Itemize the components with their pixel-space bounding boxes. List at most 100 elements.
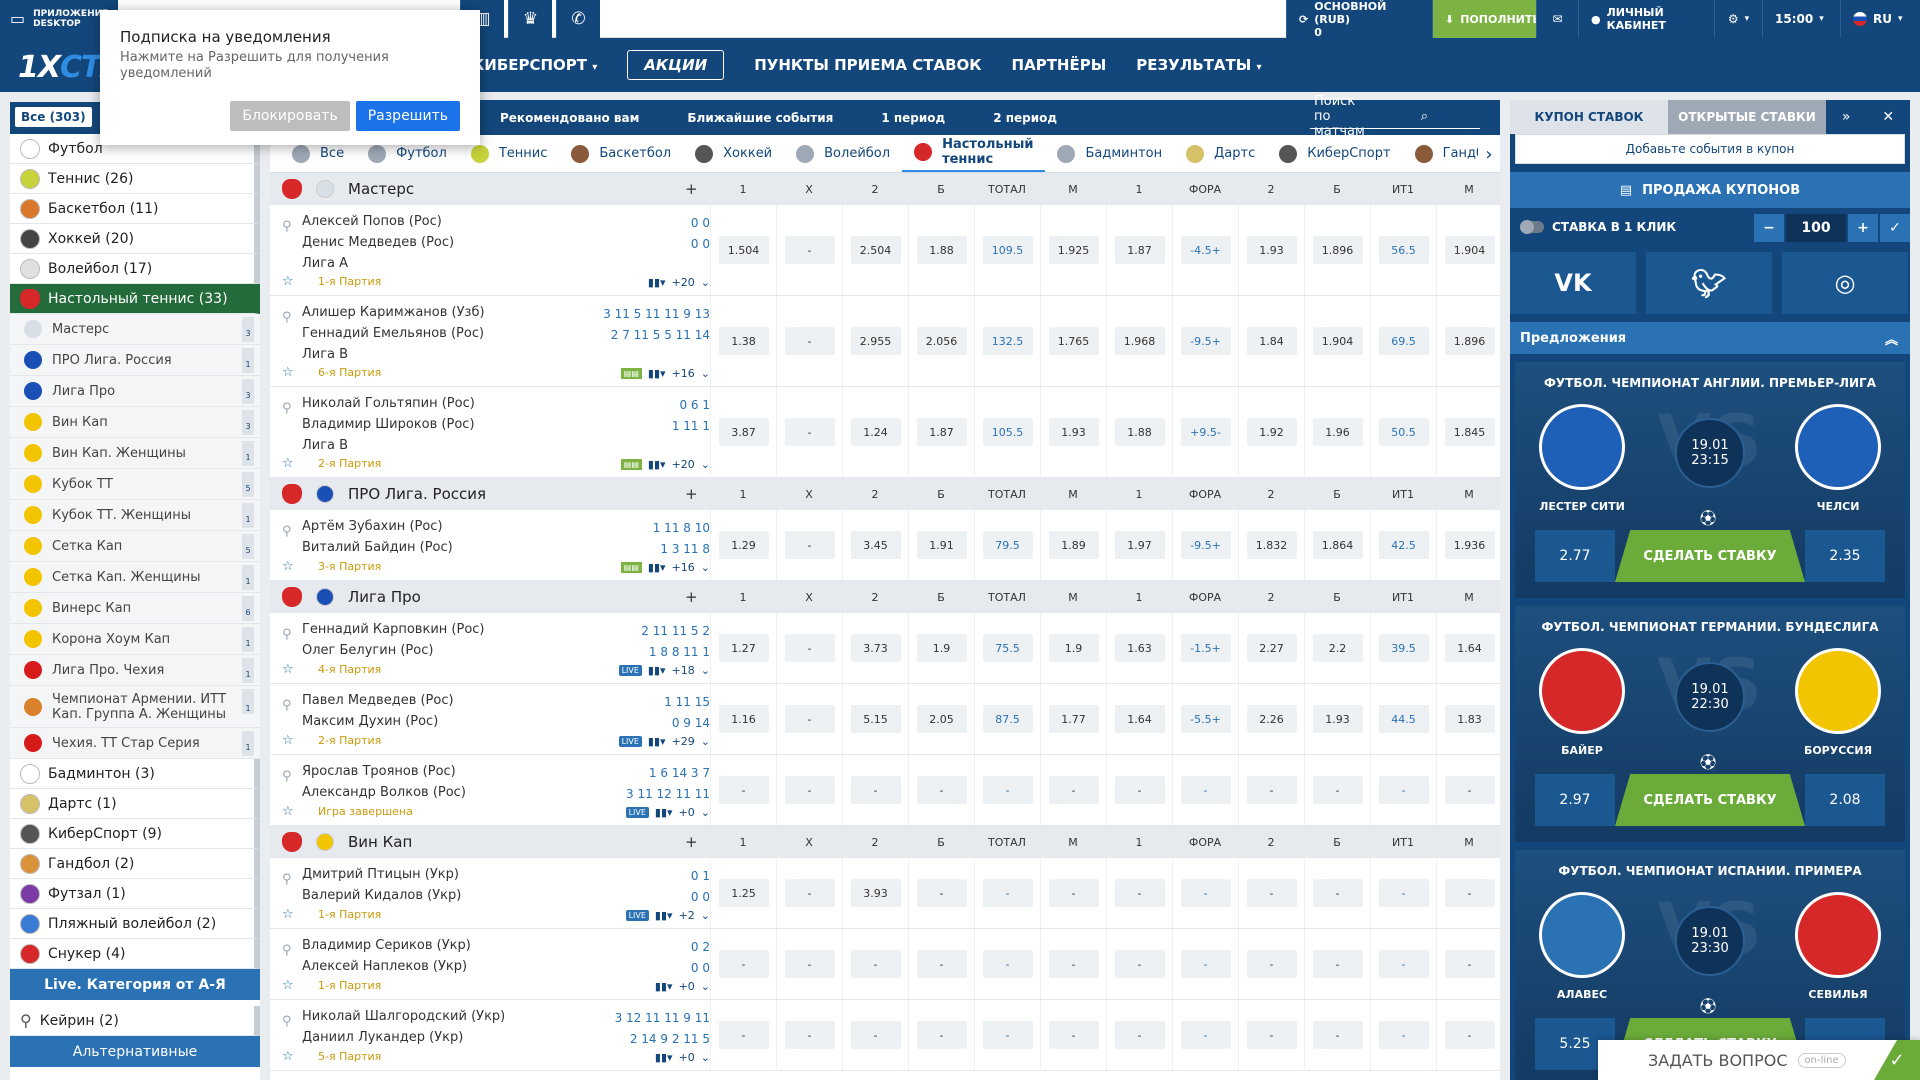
odds-button[interactable]: 1.864 <box>1312 531 1363 559</box>
sidebar-item-keirin[interactable]: ⚲ Кейрин (2) <box>10 1006 260 1036</box>
odds-button[interactable]: - <box>1180 1021 1231 1049</box>
tab-sport[interactable]: Настольный теннис <box>902 135 1046 172</box>
favorite-star-icon[interactable]: ☆ <box>282 733 294 748</box>
chevron-down-icon[interactable]: ⌄ <box>701 735 710 748</box>
odds-button[interactable]: - <box>784 634 835 662</box>
ask-question-widget[interactable]: ЗАДАТЬ ВОПРОС on-line ✓ <box>1598 1040 1920 1080</box>
odds-button[interactable]: +9.5- <box>1180 418 1231 446</box>
odds-button[interactable]: - <box>1048 776 1099 804</box>
match-row[interactable]: ⚲ Геннадий Карповкин (Рос) Олег Белугин (Р… <box>270 613 1500 684</box>
pin-icon[interactable]: ✕ <box>1882 109 1894 125</box>
block-button[interactable]: Блокировать <box>230 101 350 131</box>
coupon-sale-button[interactable]: ▤ ПРОДАЖА КУПОНОВ <box>1510 172 1910 208</box>
champ-item[interactable]: Чемпионат Армении. ИТТ Кап. Группа А. Жен… <box>10 686 260 728</box>
champ-item[interactable]: Сетка Кап 5 <box>10 531 260 562</box>
odds-button[interactable]: - <box>1114 776 1165 804</box>
odds-button[interactable]: - <box>1114 1021 1165 1049</box>
pin-icon[interactable]: ⚲ <box>282 872 292 887</box>
more-markets-link[interactable]: +0 <box>679 1051 695 1064</box>
pin-icon[interactable]: ⚲ <box>282 627 292 642</box>
make-bet-button[interactable]: СДЕЛАТЬ СТАВКУ <box>1615 774 1805 826</box>
odds-button[interactable]: 50.5 <box>1378 418 1429 446</box>
balance-widget[interactable]: ⟳ ОСНОВНОЙ (RUB) 0 <box>1286 0 1432 39</box>
stats-chart-icon[interactable]: ▮▮▾ <box>655 806 673 819</box>
expand-league-button[interactable]: + <box>685 485 698 503</box>
champ-item[interactable]: Корона Хоум Кап 1 <box>10 624 260 655</box>
odds-button[interactable]: 2.26 <box>1246 705 1297 733</box>
make-bet-button[interactable]: СДЕЛАТЬ СТАВКУ <box>1615 530 1805 582</box>
odds-button[interactable]: - <box>1246 1021 1297 1049</box>
live-category-az[interactable]: Live. Категория от А-Я <box>10 969 260 1000</box>
vk-icon[interactable]: VK <box>1510 252 1636 314</box>
odds-button[interactable]: 2.27 <box>1246 634 1297 662</box>
odds-button[interactable]: - <box>784 236 835 264</box>
match-row[interactable]: ⚲ Николай Гольтяпин (Рос) Владимир Широков… <box>270 387 1500 478</box>
odds-button[interactable]: 87.5 <box>982 705 1033 733</box>
odds-button[interactable]: 3.45 <box>850 531 901 559</box>
odds-button[interactable]: 42.5 <box>1378 531 1429 559</box>
odd-home-button[interactable]: 2.77 <box>1535 530 1615 582</box>
odds-button[interactable]: - <box>784 950 835 978</box>
nav-results[interactable]: РЕЗУЛЬТАТЫ ▾ <box>1136 56 1261 74</box>
odds-button[interactable]: - <box>718 950 769 978</box>
sidebar-item-sport[interactable]: Теннис (26) <box>10 164 260 194</box>
favorite-star-icon[interactable]: ☆ <box>282 978 294 993</box>
odds-button[interactable]: - <box>1444 950 1495 978</box>
odds-button[interactable]: 105.5 <box>982 418 1033 446</box>
pin-icon[interactable]: ⚲ <box>282 698 292 713</box>
chevron-down-icon[interactable]: ⌄ <box>701 909 710 922</box>
sidebar-item-sport[interactable]: Футзал (1) <box>10 879 260 909</box>
odds-button[interactable]: 1.96 <box>1312 418 1363 446</box>
odds-button[interactable]: - <box>850 950 901 978</box>
subtab-period-2[interactable]: 2 период <box>993 111 1057 125</box>
nav-partners[interactable]: ПАРТНЁРЫ <box>1012 56 1107 74</box>
messages-button[interactable]: ✉ <box>1536 0 1578 38</box>
stake-confirm-button[interactable]: ✓ <box>1880 214 1910 242</box>
champ-item[interactable]: Лига Про. Чехия 1 <box>10 655 260 686</box>
tab-sport[interactable]: Дартс <box>1174 135 1267 172</box>
odd-home-button[interactable]: 2.97 <box>1535 774 1615 826</box>
odds-button[interactable]: 79.5 <box>982 531 1033 559</box>
odds-button[interactable]: 1.845 <box>1444 418 1495 446</box>
tab-sport[interactable]: Волейбол <box>784 135 902 172</box>
odds-button[interactable]: - <box>784 327 835 355</box>
odds-button[interactable]: 2.056 <box>916 327 967 355</box>
match-row[interactable]: ⚲ Алексей Попов (Рос) Денис Медведев (Рос)… <box>270 205 1500 296</box>
odds-button[interactable]: 1.24 <box>850 418 901 446</box>
odds-button[interactable]: 2.504 <box>850 236 901 264</box>
odd-away-button[interactable]: 2.35 <box>1805 530 1885 582</box>
stats-chart-icon[interactable]: ▮▮▾ <box>648 735 666 748</box>
odds-button[interactable]: 1.27 <box>718 634 769 662</box>
match-row[interactable]: ⚲ Дмитрий Птицын (Укр) Валерий Кидалов (Ук… <box>270 858 1500 929</box>
expand-league-button[interactable]: + <box>685 833 698 851</box>
odds-button[interactable]: 56.5 <box>1378 236 1429 264</box>
sidebar-item-sport[interactable]: Волейбол (17) <box>10 254 260 284</box>
odds-button[interactable]: - <box>1378 1021 1429 1049</box>
match-search-input[interactable]: Поиск по матчам ⌕ <box>1310 94 1480 139</box>
pin-icon[interactable]: ⚲ <box>282 524 292 539</box>
tab-sport[interactable]: КиберСпорт <box>1267 135 1402 172</box>
odds-button[interactable]: 1.968 <box>1114 327 1165 355</box>
odds-button[interactable]: - <box>784 776 835 804</box>
odds-button[interactable]: - <box>1246 950 1297 978</box>
stake-plus-button[interactable]: + <box>1848 214 1878 242</box>
stats-chart-icon[interactable]: ▮▮▾ <box>648 458 666 471</box>
odds-button[interactable]: 1.38 <box>718 327 769 355</box>
odds-button[interactable]: 1.92 <box>1246 418 1297 446</box>
more-markets-link[interactable]: +2 <box>679 909 695 922</box>
champ-item[interactable]: Вин Кап 3 <box>10 407 260 438</box>
odds-button[interactable]: - <box>982 1021 1033 1049</box>
pin-icon[interactable]: ⚲ <box>282 401 292 416</box>
odds-button[interactable]: 1.765 <box>1048 327 1099 355</box>
odds-button[interactable]: -9.5+ <box>1180 327 1231 355</box>
match-row[interactable]: ⚲ Артём Зубахин (Рос) Виталий Байдин (Рос)… <box>270 510 1500 581</box>
odds-button[interactable]: 1.91 <box>916 531 967 559</box>
odds-button[interactable]: 1.87 <box>916 418 967 446</box>
odds-button[interactable]: 1.896 <box>1312 236 1363 264</box>
all-sports-button[interactable]: Все (303) <box>15 107 92 127</box>
odds-button[interactable]: - <box>982 776 1033 804</box>
odds-button[interactable]: - <box>916 879 967 907</box>
odds-button[interactable]: - <box>718 1021 769 1049</box>
stats-chart-icon[interactable]: ▮▮▾ <box>648 276 666 289</box>
sidebar-item-sport[interactable]: Гандбол (2) <box>10 849 260 879</box>
